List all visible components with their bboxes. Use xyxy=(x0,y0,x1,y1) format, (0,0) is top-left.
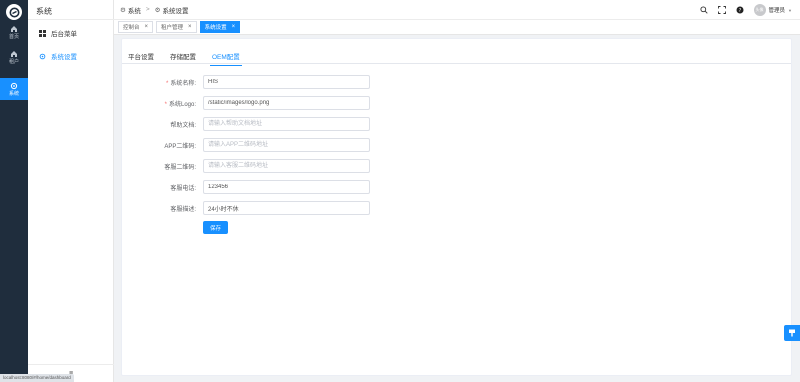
form-row-service-desc: 客服描述: xyxy=(122,201,542,215)
field-label: 客服二维码: xyxy=(164,164,196,171)
service-desc-input[interactable] xyxy=(203,201,370,215)
field-label: APP二维码: xyxy=(164,143,196,150)
save-button[interactable]: 保存 xyxy=(203,221,228,234)
gear-icon: ⚙ xyxy=(154,6,161,14)
rail-item-label: 系统 xyxy=(8,90,19,97)
divider xyxy=(122,63,791,64)
help-doc-input[interactable] xyxy=(203,117,370,131)
breadcrumb-item[interactable]: 系统 xyxy=(128,5,141,15)
grid-icon xyxy=(37,29,47,37)
submenu-item-label: 系统设置 xyxy=(51,54,77,61)
avatar: 头像 xyxy=(753,4,766,16)
submenu-item-system-settings[interactable]: 系统设置 xyxy=(28,47,114,65)
field-label: * 系统名称: xyxy=(165,80,196,87)
logo-icon xyxy=(9,7,19,17)
svg-text:?: ? xyxy=(739,8,742,14)
tab-console[interactable]: 控制台 × xyxy=(118,21,154,33)
search-icon[interactable] xyxy=(700,6,709,15)
fullscreen-icon[interactable] xyxy=(718,6,727,15)
header-actions: ? 头像 管理员 ▼ xyxy=(700,0,792,20)
icon-rail: 首页 租户 系统 xyxy=(0,0,28,382)
service-qrcode-input[interactable] xyxy=(203,159,370,173)
app-qrcode-input[interactable] xyxy=(203,138,370,152)
form-row-service-qrcode: 客服二维码: xyxy=(122,159,542,173)
tab-label: 系统设置 xyxy=(204,25,227,31)
service-phone-input[interactable] xyxy=(203,180,370,194)
tab-system-settings[interactable]: 系统设置 × xyxy=(199,21,241,33)
close-icon[interactable]: × xyxy=(188,24,192,30)
browser-status-bar: localhost:8080/#/home/dashboard xyxy=(0,374,74,382)
floating-settings-button[interactable] xyxy=(784,325,800,341)
submenu-title: 系统 xyxy=(36,7,52,16)
form-row-app-qrcode: APP二维码: xyxy=(122,138,542,152)
rail-item-home[interactable]: 首页 xyxy=(0,21,28,43)
gear-icon: ⚙ xyxy=(120,6,126,14)
field-label: 客服描述: xyxy=(170,206,196,213)
submenu-item-backend-menu[interactable]: 后台菜单 xyxy=(28,24,114,42)
settings-card: 平台设置 存储配置 OEM配置 *系统名称: *系统Logo: 帮助文档: AP… xyxy=(121,38,792,376)
gear-icon xyxy=(10,82,18,89)
breadcrumb-item: 系统设置 xyxy=(162,7,189,15)
breadcrumb-separator-icon: > xyxy=(145,6,150,13)
home-icon xyxy=(11,25,17,32)
tab-label: 租户管理 xyxy=(161,25,184,31)
breadcrumb: ⚙ 系统 > ⚙ 系统设置 xyxy=(114,5,188,15)
close-icon[interactable]: × xyxy=(232,24,236,30)
form-row-system-logo: * 系统Logo: xyxy=(122,96,542,110)
submenu-panel: 系统 后台菜单 系统设置 ≡ xyxy=(28,0,114,382)
form-row-help-doc: 帮助文档: xyxy=(122,117,542,131)
divider xyxy=(28,19,114,20)
field-label: 客服电话: xyxy=(170,185,196,192)
system-name-input[interactable] xyxy=(203,75,370,89)
tab-label: 控制台 xyxy=(123,25,140,31)
rail-item-tenant[interactable]: 租户 xyxy=(0,46,28,68)
user-menu[interactable]: 头像 管理员 ▼ xyxy=(753,4,792,16)
field-label: 帮助文档: xyxy=(170,122,196,129)
top-header: ⚙ 系统 > ⚙ 系统设置 ? 头像 管理员 ▼ xyxy=(114,0,800,20)
required-mark: * xyxy=(164,101,167,108)
form-row-system-name: * 系统名称: xyxy=(122,75,542,89)
form-row-service-phone: 客服电话: xyxy=(122,180,542,194)
submenu-item-label: 后台菜单 xyxy=(51,31,77,38)
chevron-down-icon: ▼ xyxy=(788,7,792,13)
rail-item-label: 租户 xyxy=(8,58,19,65)
gear-icon xyxy=(37,53,47,60)
system-logo-input[interactable] xyxy=(203,96,370,110)
tab-tenant-management[interactable]: 租户管理 × xyxy=(156,21,197,33)
app-logo[interactable] xyxy=(6,4,22,20)
home-icon xyxy=(11,50,17,57)
close-icon[interactable]: × xyxy=(145,24,149,30)
rail-item-label: 首页 xyxy=(8,33,19,40)
tab-bar: 控制台 × 租户管理 × 系统设置 × xyxy=(114,20,800,35)
user-name: 管理员 xyxy=(768,8,786,14)
help-icon[interactable]: ? xyxy=(736,6,745,15)
required-mark: * xyxy=(165,80,169,87)
rail-item-system[interactable]: 系统 xyxy=(0,78,28,100)
field-label: * 系统Logo: xyxy=(164,101,196,108)
palette-icon xyxy=(789,329,795,337)
